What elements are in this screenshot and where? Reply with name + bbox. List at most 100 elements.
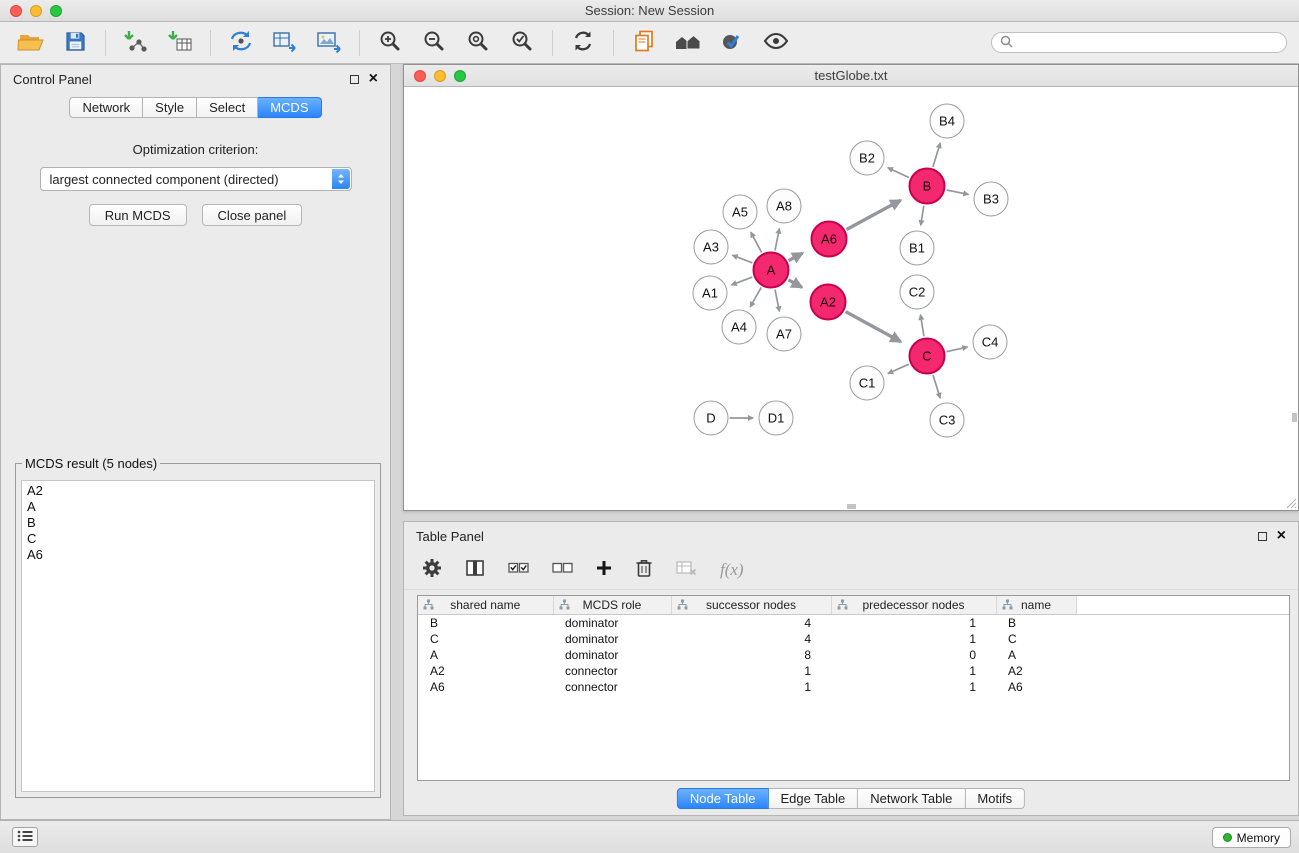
graph-node-C1[interactable]: C1 — [850, 366, 885, 401]
session-documents-button[interactable] — [625, 26, 663, 60]
graph-node-D1[interactable]: D1 — [759, 401, 794, 436]
graph-edge-B-B3[interactable] — [947, 190, 969, 194]
show-hide-button[interactable] — [757, 26, 795, 60]
close-panel-button[interactable]: Close panel — [202, 204, 303, 226]
close-panel-icon[interactable]: × — [369, 71, 378, 87]
graph-edge-A-A3[interactable] — [732, 255, 752, 263]
network-canvas[interactable]: B4 B2 B B3 A5 A8 A6 A3 A B1 A1 A2 C2 A4 A7 C C4 C1 C3 D D1 — [404, 87, 1298, 510]
float-panel-icon[interactable] — [350, 75, 359, 84]
graph-edge-A-A6[interactable] — [789, 253, 803, 261]
mcds-result-item[interactable]: A — [22, 499, 374, 515]
graph-node-B1[interactable]: B1 — [900, 231, 935, 266]
graph-edge-A-A5[interactable] — [751, 232, 762, 252]
graph-node-A1[interactable]: A1 — [693, 276, 728, 311]
save-session-button[interactable] — [56, 26, 94, 60]
graph-node-B2[interactable]: B2 — [850, 141, 885, 176]
export-table-button[interactable] — [266, 26, 304, 60]
column-header-predecessor-nodes[interactable]: predecessor nodes — [831, 596, 996, 614]
table-settings-button[interactable] — [422, 556, 442, 584]
mcds-result-item[interactable]: C — [22, 531, 374, 547]
graph-node-C4[interactable]: C4 — [973, 325, 1008, 360]
zoom-out-button[interactable] — [415, 26, 453, 60]
graph-node-A5[interactable]: A5 — [723, 195, 758, 230]
import-network-button[interactable] — [117, 26, 155, 60]
tab-network-table[interactable]: Network Table — [858, 788, 965, 809]
new-network-button[interactable] — [222, 26, 260, 60]
select-all-button[interactable] — [508, 556, 529, 584]
table-row[interactable]: Cdominator41C — [418, 631, 1289, 647]
graph-node-A[interactable]: A — [753, 252, 790, 289]
horizontal-scrollbar[interactable] — [847, 504, 856, 509]
close-table-panel-icon[interactable]: × — [1277, 528, 1286, 544]
table-row[interactable]: Bdominator41B — [418, 614, 1289, 631]
graph-node-A3[interactable]: A3 — [694, 230, 729, 265]
run-mcds-button[interactable]: Run MCDS — [89, 204, 187, 226]
zoom-selected-button[interactable] — [503, 26, 541, 60]
choose-columns-button[interactable] — [465, 556, 485, 584]
graph-edge-B-B4[interactable] — [933, 143, 940, 167]
graph-node-B[interactable]: B — [909, 168, 946, 205]
graph-node-C3[interactable]: C3 — [930, 403, 965, 438]
graph-node-B3[interactable]: B3 — [974, 182, 1009, 217]
graph-edge-A-A7[interactable] — [775, 290, 779, 312]
graph-edge-A-A2[interactable] — [788, 280, 802, 288]
deselect-all-button[interactable] — [552, 556, 573, 584]
function-builder-button[interactable]: f(x) — [720, 556, 744, 584]
graph-node-A7[interactable]: A7 — [767, 317, 802, 352]
column-header-successor-nodes[interactable]: successor nodes — [671, 596, 831, 614]
graph-node-A6[interactable]: A6 — [811, 221, 848, 258]
graph-edge-C-C2[interactable] — [921, 315, 924, 337]
graph-node-D[interactable]: D — [694, 401, 729, 436]
float-table-panel-icon[interactable] — [1258, 532, 1267, 541]
graph-node-A2[interactable]: A2 — [810, 284, 847, 321]
graph-edge-A-A8[interactable] — [775, 229, 779, 251]
criterion-dropdown[interactable]: largest connected component (directed) — [40, 167, 352, 191]
zoom-fit-button[interactable] — [459, 26, 497, 60]
graph-edge-B-B1[interactable] — [921, 206, 924, 226]
graph-edge-B-B2[interactable] — [888, 168, 909, 178]
column-header-shared-name[interactable]: shared name — [418, 596, 553, 614]
open-session-button[interactable] — [12, 26, 50, 60]
graph-node-B4[interactable]: B4 — [930, 104, 965, 139]
mcds-result-item[interactable]: A2 — [22, 483, 374, 499]
command-panel-button[interactable] — [12, 827, 38, 847]
table-row[interactable]: A2connector11A2 — [418, 663, 1289, 679]
delete-table-button[interactable] — [676, 556, 697, 584]
graph-edge-C-C4[interactable] — [947, 347, 968, 352]
delete-column-button[interactable] — [635, 556, 653, 584]
zoom-in-button[interactable] — [371, 26, 409, 60]
tab-mcds[interactable]: MCDS — [258, 97, 321, 118]
graph-node-C[interactable]: C — [909, 338, 946, 375]
tab-network[interactable]: Network — [69, 97, 143, 118]
graph-edge-A2-C[interactable] — [846, 312, 901, 342]
vertical-scrollbar[interactable] — [1292, 413, 1297, 422]
table-row[interactable]: Adominator80A — [418, 647, 1289, 663]
refresh-button[interactable] — [564, 26, 602, 60]
resize-grip-icon[interactable] — [1286, 498, 1297, 509]
graph-node-C2[interactable]: C2 — [900, 275, 935, 310]
tab-edge-table[interactable]: Edge Table — [768, 788, 858, 809]
graph-edge-A-A4[interactable] — [750, 287, 761, 307]
graph-node-A4[interactable]: A4 — [722, 310, 757, 345]
mcds-result-item[interactable]: A6 — [22, 547, 374, 563]
graph-edge-A-A1[interactable] — [732, 277, 753, 285]
tab-style[interactable]: Style — [143, 97, 197, 118]
column-header-name[interactable]: name — [996, 596, 1076, 614]
tab-node-table[interactable]: Node Table — [677, 788, 769, 809]
tab-motifs[interactable]: Motifs — [965, 788, 1025, 809]
mcds-result-item[interactable]: B — [22, 515, 374, 531]
graph-edge-A6-B[interactable] — [847, 200, 901, 229]
graph-edge-C-C1[interactable] — [888, 364, 909, 373]
search-input[interactable] — [1018, 36, 1278, 50]
column-header-mcds-role[interactable]: MCDS role — [553, 596, 671, 614]
graph-edge-C-C3[interactable] — [933, 375, 940, 398]
memory-button[interactable]: Memory — [1212, 827, 1291, 848]
home-button[interactable] — [669, 26, 707, 60]
graph-node-A8[interactable]: A8 — [767, 189, 802, 224]
add-column-button[interactable] — [596, 556, 612, 584]
tab-select[interactable]: Select — [197, 97, 258, 118]
apply-style-button[interactable] — [713, 26, 751, 60]
export-image-button[interactable] — [310, 26, 348, 60]
import-table-button[interactable] — [161, 26, 199, 60]
table-row[interactable]: A6connector11A6 — [418, 679, 1289, 695]
